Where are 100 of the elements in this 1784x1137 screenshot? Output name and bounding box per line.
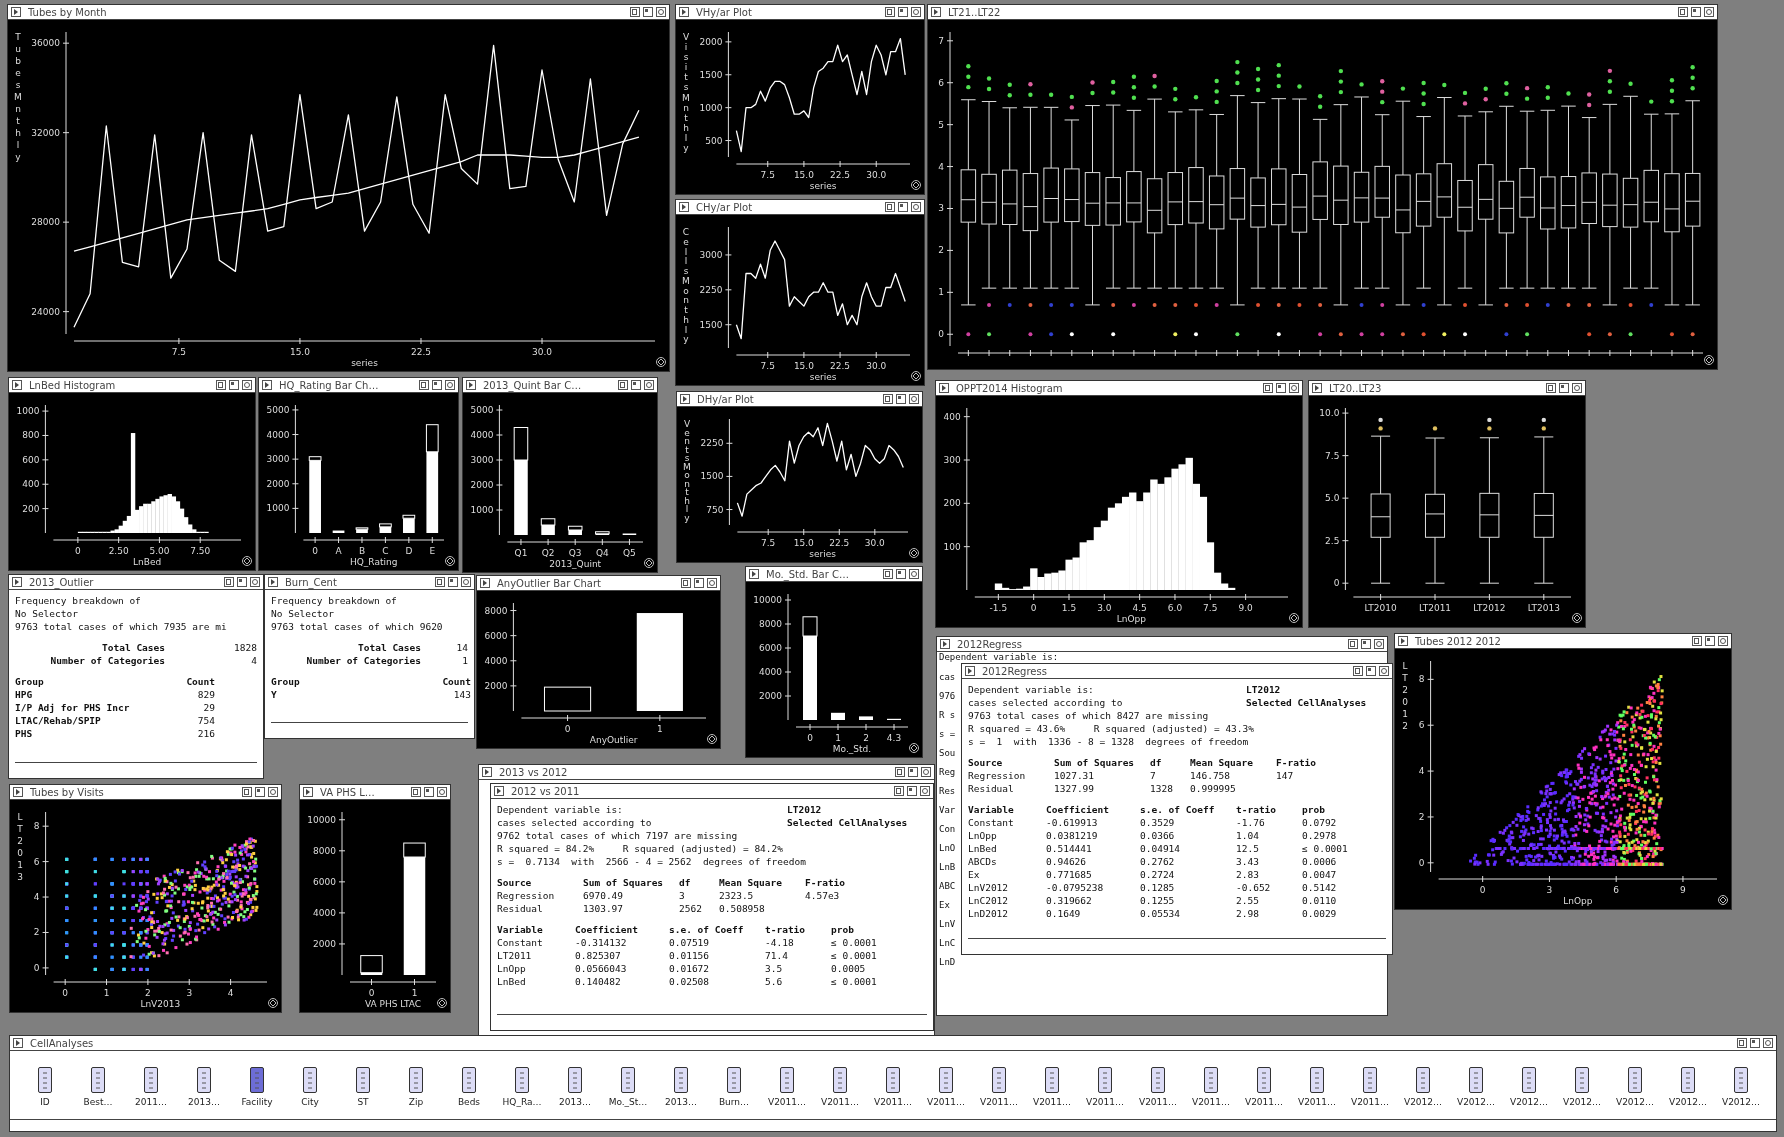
column-header: Mean Square (1190, 756, 1254, 769)
table-cell-text: 3 (679, 889, 686, 902)
report-line: s = (939, 728, 956, 741)
window-title: VHy/ar Plot (695, 5, 753, 19)
table-cell-text: ABCDs (968, 855, 998, 868)
tick-label: 7.5 (1325, 450, 1340, 461)
axis-title: series (809, 549, 837, 559)
tick-label: 0 (33, 962, 40, 973)
tick-label: 400 (22, 479, 40, 490)
table-cell-text: -0.0795238 (1046, 881, 1105, 894)
report-line: Ex (939, 899, 950, 912)
tick-label: 6000 (484, 630, 508, 641)
report-line: s = 0.7134 with 2566 - 4 = 2562 degrees of freedom (497, 855, 807, 868)
tick-label: 100 (943, 541, 961, 552)
tick-label: 2000 (759, 691, 782, 701)
column-header: Group (15, 675, 45, 688)
tick-label: 32000 (31, 127, 60, 138)
column-header: Sum of Squares (583, 876, 665, 889)
window-title: 2012Regress (956, 637, 1023, 651)
table-cell-text: 0.0047 (1302, 868, 1338, 881)
report-line: Reg (939, 766, 956, 779)
tick-label: 1500 (699, 69, 723, 80)
table-cell-text: 1303.97 (583, 902, 625, 915)
tick-label: 800 (22, 430, 40, 441)
table-cell-text: 3.5 (765, 962, 784, 975)
report-line: cases selected according to (968, 696, 1124, 709)
tick-label: 2000 (699, 36, 723, 47)
tick-label: 7.5 (761, 538, 776, 548)
table-cell-text: ≤ 0.0001 (1302, 842, 1349, 855)
window-title: 2013_Quint Bar C… (482, 378, 583, 392)
tick-label: 22.5 (829, 538, 850, 548)
tick-label: 15.0 (793, 538, 814, 548)
tick-label: 7 (938, 35, 944, 46)
table-cell-text: 2.55 (1236, 894, 1260, 907)
tick-label: 5 (938, 119, 944, 130)
tick-label: 7.50 (190, 546, 211, 556)
table-cell-text: 12.5 (1236, 842, 1260, 855)
tick-label: 6000 (313, 876, 336, 887)
report-line: Res (939, 785, 956, 798)
tick-label: 300 (943, 455, 961, 465)
tick-label: Q1 (514, 548, 528, 558)
tick-label: 4 (938, 161, 944, 172)
tick-label: 3000 (470, 455, 494, 465)
report-line: 9763 total cases of which 7935 are mi (15, 620, 228, 633)
column-header: t-ratio (1236, 803, 1278, 816)
table-cell-text: LnD2012 (968, 907, 1010, 920)
window-title: Tubes 2012 2012 (1414, 634, 1502, 648)
table-cell-text: I/P Adj for PHS Incr (15, 701, 131, 714)
tick-label: 2.5 (1325, 535, 1340, 546)
axis-title: VA PHS LTAC (364, 999, 422, 1009)
tick-label: 1 (103, 988, 110, 998)
tick-label: 2000 (266, 478, 290, 489)
tick-label: LT2013 (1527, 603, 1560, 613)
column-header: Coefficient (575, 923, 639, 936)
summary-label: Total Cases (101, 641, 165, 654)
report-line: Dependent variable is: (968, 683, 1095, 696)
tick-label: 4 (33, 892, 40, 903)
table-cell-text: 0.0029 (1302, 907, 1338, 920)
tick-label: 2000 (470, 480, 494, 490)
window-title: CellAnalyses (29, 1036, 95, 1050)
tick-label: 4 (227, 988, 234, 998)
table-cell-text: 0.0005 (831, 962, 867, 975)
tick-label: 1.5 (1061, 603, 1077, 613)
tick-label: A (335, 546, 342, 556)
column-header: Source (497, 876, 533, 889)
tick-label: 5.0 (1325, 493, 1340, 504)
table-cell-text: 0.2762 (1140, 855, 1176, 868)
tick-label: 4000 (470, 430, 494, 440)
column-header: Group (271, 675, 301, 688)
tick-label: 0 (1479, 885, 1486, 895)
tick-label: 10000 (307, 814, 336, 825)
report-line: 976 (939, 690, 956, 703)
report-line: LnC (939, 937, 956, 950)
tick-label: LT2010 (1364, 603, 1397, 613)
window-title: 2012Regress (981, 664, 1048, 678)
tick-label: 2 (1418, 811, 1425, 822)
table-cell-text: Constant (968, 816, 1015, 829)
window-title: 2012 vs 2011 (510, 784, 581, 798)
table-cell-text: 1.04 (1236, 829, 1260, 842)
column-header: Count (441, 675, 471, 688)
table-cell-text: 0.0110 (1302, 894, 1338, 907)
column-header: F-ratio (805, 876, 847, 889)
tick-label: 4000 (484, 655, 508, 666)
summary-label: Number of Categories (49, 654, 165, 667)
report-value: LT2012 (1246, 683, 1282, 696)
report-line: 9763 total cases of which 8427 are missing (968, 709, 1210, 722)
table-cell-text: 0.771685 (1046, 868, 1093, 881)
axis-title: LnV2013 (140, 999, 181, 1009)
tick-label: Q5 (623, 548, 636, 558)
table-cell-text: 0.05534 (1140, 907, 1182, 920)
table-cell-text: HPG (15, 688, 34, 701)
tick-label: 6 (1613, 885, 1620, 895)
window-title: 2013 vs 2012 (498, 765, 569, 779)
column-header: Source (968, 756, 1004, 769)
table-cell-text: 2.83 (1236, 868, 1260, 881)
axis-title: Mo._Std. (832, 744, 872, 754)
window-title: LnBed Histogram (28, 378, 117, 392)
axis-title: series (809, 372, 837, 382)
column-header: Count (185, 675, 215, 688)
tick-label: 36000 (31, 38, 60, 49)
